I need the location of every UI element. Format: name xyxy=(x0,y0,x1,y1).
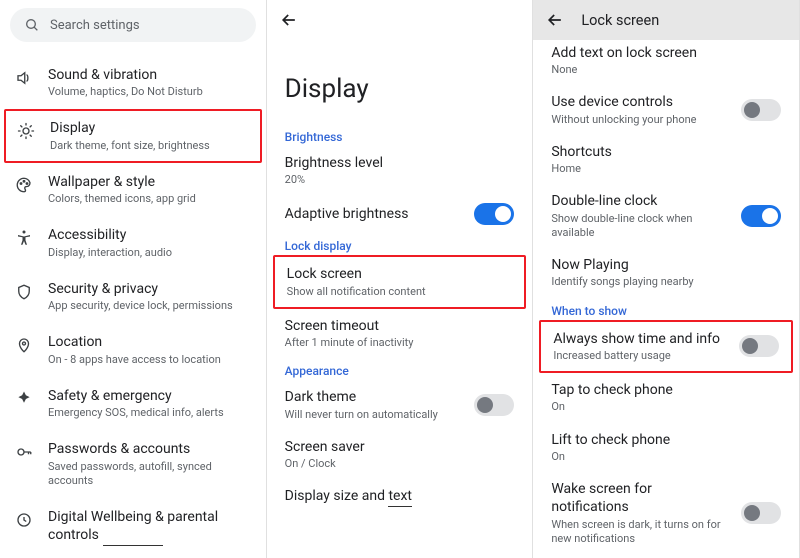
wellbeing-icon xyxy=(14,510,34,530)
always-show-toggle[interactable] xyxy=(739,335,779,357)
palette-icon xyxy=(14,175,34,195)
search-placeholder: Search settings xyxy=(50,18,140,33)
section-when-to-show: When to show xyxy=(533,298,799,320)
display-size-row[interactable]: Display size and text xyxy=(267,479,533,514)
emergency-icon xyxy=(14,389,34,409)
back-button[interactable] xyxy=(279,10,299,30)
sidebar-item-wallpaper[interactable]: Wallpaper & style Colors, themed icons, … xyxy=(0,163,266,216)
sidebar-item-safety[interactable]: Safety & emergency Emergency SOS, medica… xyxy=(0,377,266,430)
section-appearance: Appearance xyxy=(267,358,533,380)
search-icon xyxy=(24,17,40,33)
adaptive-brightness-toggle[interactable] xyxy=(474,203,514,225)
lock-screen-row[interactable]: Lock screen Show all notification conten… xyxy=(273,255,527,308)
tap-to-check-row[interactable]: Tap to check phone On xyxy=(533,373,799,422)
lock-screen-panel: Lock screen Add text on lock screen None… xyxy=(533,0,800,558)
double-line-clock-row[interactable]: Double-line clock Show double-line clock… xyxy=(533,184,799,248)
panel-header xyxy=(267,0,533,40)
panel-header: Lock screen xyxy=(533,0,799,40)
sidebar-item-accessibility[interactable]: Accessibility Display, interaction, audi… xyxy=(0,216,266,269)
sidebar-item-wellbeing[interactable]: Digital Wellbeing & parental controls xyxy=(0,498,266,555)
dark-theme-toggle[interactable] xyxy=(474,394,514,416)
search-settings-input[interactable]: Search settings xyxy=(10,8,256,42)
settings-list: Sound & vibration Volume, haptics, Do No… xyxy=(0,50,266,556)
wake-screen-toggle[interactable] xyxy=(741,502,781,524)
accessibility-icon xyxy=(14,228,34,248)
back-arrow-icon xyxy=(279,10,299,30)
display-settings-panel: Display Brightness Brightness level 20% … xyxy=(267,0,534,558)
volume-icon xyxy=(14,68,34,88)
sidebar-item-location[interactable]: Location On - 8 apps have access to loca… xyxy=(0,323,266,376)
header-title: Lock screen xyxy=(581,12,659,29)
sidebar-item-security[interactable]: Security & privacy App security, device … xyxy=(0,270,266,323)
dark-theme-row[interactable]: Dark theme Will never turn on automatica… xyxy=(267,380,533,429)
double-line-clock-toggle[interactable] xyxy=(741,205,781,227)
shortcuts-row[interactable]: Shortcuts Home xyxy=(533,135,799,184)
wake-screen-row[interactable]: Wake screen for notifications When scree… xyxy=(533,472,799,554)
sidebar-item-passwords[interactable]: Passwords & accounts Saved passwords, au… xyxy=(0,430,266,498)
key-icon xyxy=(14,442,34,462)
device-controls-toggle[interactable] xyxy=(741,99,781,121)
location-icon xyxy=(14,335,34,355)
section-brightness: Brightness xyxy=(267,124,533,146)
settings-root-panel: Search settings Sound & vibration Volume… xyxy=(0,0,267,558)
back-button[interactable] xyxy=(545,10,565,30)
shield-icon xyxy=(14,282,34,302)
brightness-level-row[interactable]: Brightness level 20% xyxy=(267,146,533,195)
lift-to-check-row[interactable]: Lift to check phone On xyxy=(533,423,799,472)
sidebar-item-sound[interactable]: Sound & vibration Volume, haptics, Do No… xyxy=(0,56,266,109)
add-text-row[interactable]: Add text on lock screen None xyxy=(533,40,799,85)
device-controls-row[interactable]: Use device controls Without unlocking yo… xyxy=(533,85,799,134)
always-show-row[interactable]: Always show time and info Increased batt… xyxy=(539,320,793,373)
adaptive-brightness-row[interactable]: Adaptive brightness xyxy=(267,195,533,233)
screen-saver-row[interactable]: Screen saver On / Clock xyxy=(267,430,533,479)
page-title: Display xyxy=(267,40,533,124)
back-arrow-icon xyxy=(545,10,565,30)
screen-timeout-row[interactable]: Screen timeout After 1 minute of inactiv… xyxy=(267,309,533,358)
section-lock-display: Lock display xyxy=(267,233,533,255)
sidebar-item-display[interactable]: Display Dark theme, font size, brightnes… xyxy=(4,109,262,162)
display-icon xyxy=(16,121,36,141)
now-playing-row[interactable]: Now Playing Identify songs playing nearb… xyxy=(533,248,799,297)
